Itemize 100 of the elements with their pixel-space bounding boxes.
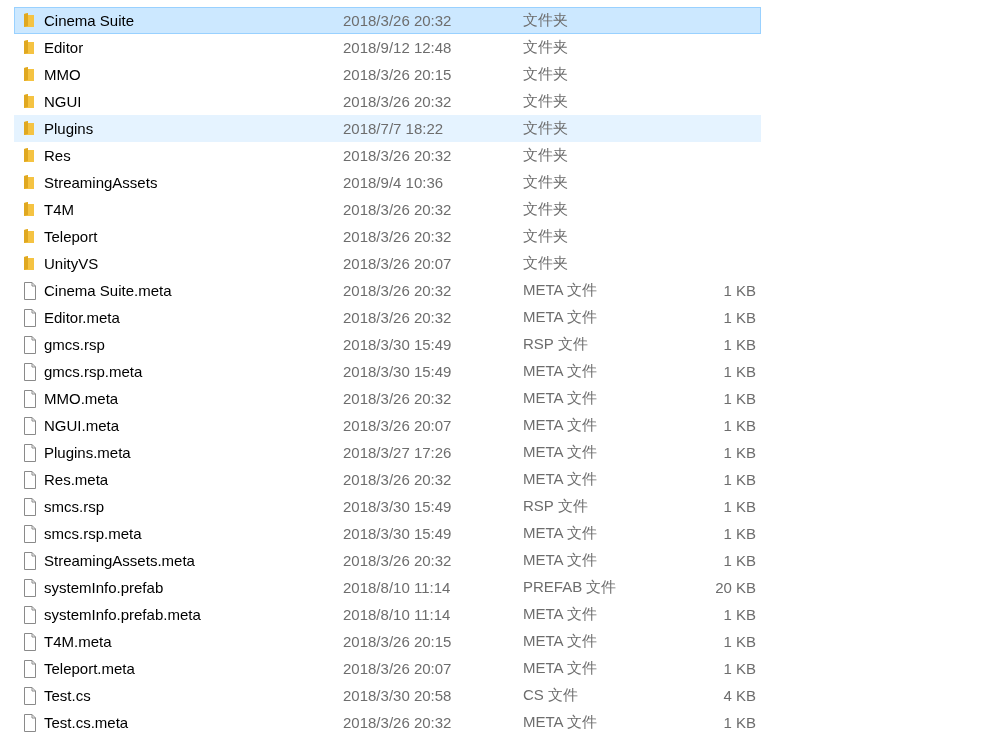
modified-date: 2018/3/26 20:07 xyxy=(343,660,452,677)
modified-date: 2018/3/26 20:07 xyxy=(343,255,452,272)
file-size: 1 KB xyxy=(723,525,756,542)
file-icon xyxy=(23,525,37,543)
file-name: Teleport xyxy=(44,228,98,245)
file-row[interactable]: gmcs.rsp 2018/3/30 15:49 RSP 文件 1 KB xyxy=(14,331,761,358)
file-size: 1 KB xyxy=(723,498,756,515)
file-icon xyxy=(23,336,37,354)
file-size: 1 KB xyxy=(723,309,756,326)
folder-icon xyxy=(23,255,35,271)
folder-icon xyxy=(23,147,35,163)
file-size: 1 KB xyxy=(723,633,756,650)
file-row[interactable]: Editor 2018/9/12 12:48 文件夹 xyxy=(14,34,761,61)
file-type: META 文件 xyxy=(523,362,597,381)
file-row[interactable]: MMO 2018/3/26 20:15 文件夹 xyxy=(14,61,761,88)
file-name: NGUI xyxy=(44,93,82,110)
file-row[interactable]: StreamingAssets.meta 2018/3/26 20:32 META 文件 1 KB xyxy=(14,547,761,574)
file-type: META 文件 xyxy=(523,389,597,408)
file-row[interactable]: systemInfo.prefab 2018/8/10 11:14 PREFAB 文件 20 KB xyxy=(14,574,761,601)
file-row[interactable]: T4M.meta 2018/3/26 20:15 META 文件 1 KB xyxy=(14,628,761,655)
file-row[interactable]: gmcs.rsp.meta 2018/3/30 15:49 META 文件 1 KB xyxy=(14,358,761,385)
modified-date: 2018/3/27 17:26 xyxy=(343,444,452,461)
modified-date: 2018/3/30 15:49 xyxy=(343,498,452,515)
file-type: 文件夹 xyxy=(523,119,568,138)
modified-date: 2018/3/26 20:32 xyxy=(343,714,452,731)
file-icon xyxy=(23,660,37,678)
file-name: Teleport.meta xyxy=(44,660,135,677)
file-row[interactable]: Editor.meta 2018/3/26 20:32 META 文件 1 KB xyxy=(14,304,761,331)
file-name: Cinema Suite.meta xyxy=(44,282,172,299)
modified-date: 2018/3/26 20:15 xyxy=(343,66,452,83)
modified-date: 2018/3/26 20:32 xyxy=(343,552,452,569)
file-row[interactable]: Teleport.meta 2018/3/26 20:07 META 文件 1 KB xyxy=(14,655,761,682)
file-type: META 文件 xyxy=(523,443,597,462)
file-type: 文件夹 xyxy=(523,254,568,273)
file-name: Plugins.meta xyxy=(44,444,131,461)
modified-date: 2018/3/26 20:07 xyxy=(343,417,452,434)
file-type: 文件夹 xyxy=(523,146,568,165)
file-type: CS 文件 xyxy=(523,686,578,705)
file-name: MMO xyxy=(44,66,81,83)
file-size: 1 KB xyxy=(723,660,756,677)
file-type: 文件夹 xyxy=(523,11,568,30)
modified-date: 2018/3/26 20:32 xyxy=(343,471,452,488)
file-type: META 文件 xyxy=(523,632,597,651)
file-row[interactable]: NGUI.meta 2018/3/26 20:07 META 文件 1 KB xyxy=(14,412,761,439)
file-row[interactable]: smcs.rsp 2018/3/30 15:49 RSP 文件 1 KB xyxy=(14,493,761,520)
file-name: smcs.rsp.meta xyxy=(44,525,142,542)
file-row[interactable]: Plugins.meta 2018/3/27 17:26 META 文件 1 KB xyxy=(14,439,761,466)
file-type: META 文件 xyxy=(523,281,597,300)
file-type: META 文件 xyxy=(523,524,597,543)
file-row[interactable]: Teleport 2018/3/26 20:32 文件夹 xyxy=(14,223,761,250)
file-type: META 文件 xyxy=(523,659,597,678)
file-size: 1 KB xyxy=(723,363,756,380)
file-size: 1 KB xyxy=(723,444,756,461)
file-name: Res.meta xyxy=(44,471,109,488)
file-row[interactable]: Plugins 2018/7/7 18:22 文件夹 xyxy=(14,115,761,142)
file-size: 1 KB xyxy=(723,552,756,569)
file-row[interactable]: Test.cs 2018/3/30 20:58 CS 文件 4 KB xyxy=(14,682,761,709)
file-size: 20 KB xyxy=(715,579,756,596)
modified-date: 2018/3/26 20:32 xyxy=(343,12,452,29)
modified-date: 2018/3/26 20:32 xyxy=(343,282,452,299)
file-size: 1 KB xyxy=(723,606,756,623)
file-icon xyxy=(23,363,37,381)
file-icon xyxy=(23,552,37,570)
file-row[interactable]: systemInfo.prefab.meta 2018/8/10 11:14 META 文件 1 KB xyxy=(14,601,761,628)
modified-date: 2018/9/12 12:48 xyxy=(343,39,452,56)
modified-date: 2018/3/26 20:32 xyxy=(343,147,452,164)
file-type: 文件夹 xyxy=(523,173,568,192)
file-type: 文件夹 xyxy=(523,65,568,84)
modified-date: 2018/3/26 20:15 xyxy=(343,633,452,650)
file-size: 4 KB xyxy=(723,687,756,704)
file-icon xyxy=(23,606,37,624)
modified-date: 2018/3/30 15:49 xyxy=(343,525,452,542)
file-type: META 文件 xyxy=(523,308,597,327)
file-type: RSP 文件 xyxy=(523,497,588,516)
modified-date: 2018/3/30 20:58 xyxy=(343,687,452,704)
file-row[interactable]: UnityVS 2018/3/26 20:07 文件夹 xyxy=(14,250,761,277)
file-row[interactable]: NGUI 2018/3/26 20:32 文件夹 xyxy=(14,88,761,115)
folder-icon xyxy=(23,201,35,217)
file-row[interactable]: Test.cs.meta 2018/3/26 20:32 META 文件 1 KB xyxy=(14,709,761,736)
file-icon xyxy=(23,417,37,435)
file-row[interactable]: Cinema Suite.meta 2018/3/26 20:32 META 文件 1 KB xyxy=(14,277,761,304)
file-type: META 文件 xyxy=(523,470,597,489)
file-icon xyxy=(23,282,37,300)
file-row[interactable]: T4M 2018/3/26 20:32 文件夹 xyxy=(14,196,761,223)
file-icon xyxy=(23,687,37,705)
file-name: StreamingAssets xyxy=(44,174,158,191)
file-icon xyxy=(23,633,37,651)
file-type: 文件夹 xyxy=(523,227,568,246)
file-type: PREFAB 文件 xyxy=(523,578,617,597)
folder-icon xyxy=(23,12,35,28)
file-row[interactable]: smcs.rsp.meta 2018/3/30 15:49 META 文件 1 KB xyxy=(14,520,761,547)
file-row[interactable]: Res 2018/3/26 20:32 文件夹 xyxy=(14,142,761,169)
file-row[interactable]: Cinema Suite 2018/3/26 20:32 文件夹 xyxy=(14,7,761,34)
file-row[interactable]: MMO.meta 2018/3/26 20:32 META 文件 1 KB xyxy=(14,385,761,412)
folder-icon xyxy=(23,120,35,136)
folder-icon xyxy=(23,39,35,55)
modified-date: 2018/3/30 15:49 xyxy=(343,363,452,380)
file-row[interactable]: Res.meta 2018/3/26 20:32 META 文件 1 KB xyxy=(14,466,761,493)
file-row[interactable]: StreamingAssets 2018/9/4 10:36 文件夹 xyxy=(14,169,761,196)
modified-date: 2018/9/4 10:36 xyxy=(343,174,444,191)
